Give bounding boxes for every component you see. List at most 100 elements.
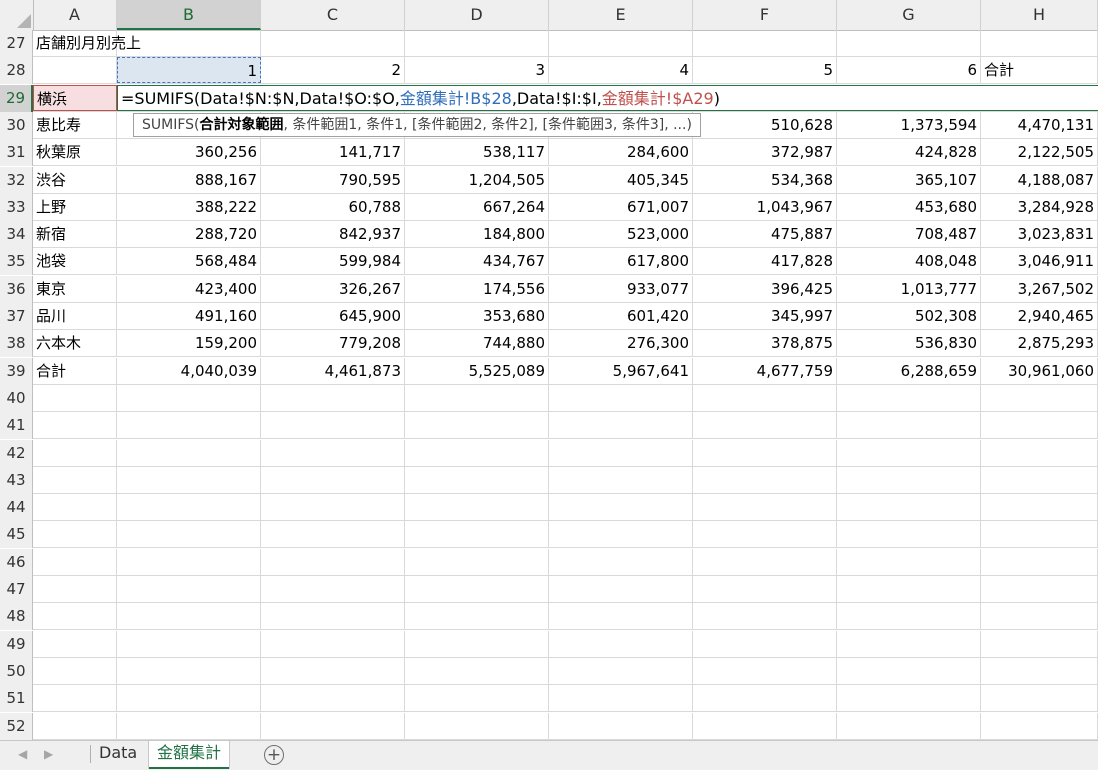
row-header-39[interactable]: 39 (0, 357, 33, 385)
cell-e39[interactable]: 5,967,641 (549, 357, 693, 384)
cell-c42[interactable] (261, 439, 405, 466)
cell-e34[interactable]: 523,000 (549, 221, 693, 248)
cell-b40[interactable] (117, 384, 261, 411)
cell-g32[interactable]: 365,107 (837, 166, 981, 193)
cell-h40[interactable] (981, 384, 1098, 411)
cell-a47[interactable] (33, 576, 117, 602)
cell-c27[interactable] (261, 30, 405, 56)
cell-f42[interactable] (693, 439, 837, 466)
cell-b43[interactable] (117, 466, 261, 493)
cell-f51[interactable] (693, 685, 837, 712)
cell-g43[interactable] (837, 466, 981, 493)
cell-d35[interactable]: 434,767 (405, 248, 549, 275)
cell-h28[interactable]: 合計 (981, 57, 1098, 84)
cell-h45[interactable] (981, 521, 1098, 548)
cell-e42[interactable] (549, 439, 693, 466)
cell-f39[interactable]: 4,677,759 (693, 357, 837, 384)
cell-a43[interactable] (33, 466, 117, 493)
cell-c46[interactable] (261, 548, 405, 575)
cell-c49[interactable] (261, 630, 405, 657)
cell-g45[interactable] (837, 521, 981, 548)
cell-g34[interactable]: 708,487 (837, 221, 981, 248)
cell-b28[interactable]: 1 (117, 57, 261, 84)
row-header-50[interactable]: 50 (0, 657, 33, 685)
cell-e48[interactable] (549, 603, 693, 630)
row-header-41[interactable]: 41 (0, 412, 33, 440)
cell-e37[interactable]: 601,420 (549, 303, 693, 329)
cell-a37[interactable]: 品川 (33, 303, 117, 329)
row-header-27[interactable]: 27 (0, 30, 33, 57)
cell-f41[interactable] (693, 412, 837, 439)
cell-a28[interactable] (33, 57, 117, 84)
function-argument-tooltip[interactable]: SUMIFS(合計対象範囲, 条件範囲1, 条件1, [条件範囲2, 条件2],… (133, 113, 701, 137)
row-header-34[interactable]: 34 (0, 221, 33, 249)
cell-a40[interactable] (33, 384, 117, 411)
cell-h31[interactable]: 2,122,505 (981, 139, 1098, 166)
tab-kingaku-shukei[interactable]: 金額集計 (149, 741, 230, 769)
row-header-51[interactable]: 51 (0, 685, 33, 713)
cell-h41[interactable] (981, 412, 1098, 439)
cell-e51[interactable] (549, 685, 693, 712)
cell-f34[interactable]: 475,887 (693, 221, 837, 248)
cell-f37[interactable]: 345,997 (693, 303, 837, 329)
cell-b31[interactable]: 360,256 (117, 139, 261, 166)
cell-e43[interactable] (549, 466, 693, 493)
cell-d51[interactable] (405, 685, 549, 712)
cell-g41[interactable] (837, 412, 981, 439)
tooltip-function-name[interactable]: SUMIFS( (142, 117, 200, 133)
cell-g44[interactable] (837, 494, 981, 521)
cell-a50[interactable] (33, 657, 117, 684)
cell-h32[interactable]: 4,188,087 (981, 166, 1098, 193)
cell-c44[interactable] (261, 494, 405, 521)
cell-g36[interactable]: 1,013,777 (837, 275, 981, 302)
cell-h27[interactable] (981, 30, 1098, 56)
cell-e32[interactable]: 405,345 (549, 166, 693, 193)
cell-e41[interactable] (549, 412, 693, 439)
cell-d32[interactable]: 1,204,505 (405, 166, 549, 193)
row-header-44[interactable]: 44 (0, 494, 33, 522)
cell-a48[interactable] (33, 603, 117, 630)
row-header-48[interactable]: 48 (0, 603, 33, 631)
cell-b42[interactable] (117, 439, 261, 466)
cell-h38[interactable]: 2,875,293 (981, 330, 1098, 357)
cell-h52[interactable] (981, 712, 1098, 739)
cell-f32[interactable]: 534,368 (693, 166, 837, 193)
column-header-f[interactable]: F (693, 0, 837, 30)
cell-f40[interactable] (693, 384, 837, 411)
cell-a52[interactable] (33, 712, 117, 739)
cell-f44[interactable] (693, 494, 837, 521)
cell-a49[interactable] (33, 630, 117, 657)
add-sheet-button[interactable]: + (264, 745, 284, 765)
cell-h39[interactable]: 30,961,060 (981, 357, 1098, 384)
cell-b39[interactable]: 4,040,039 (117, 357, 261, 384)
cell-a45[interactable] (33, 521, 117, 548)
cell-a42[interactable] (33, 439, 117, 466)
cell-e35[interactable]: 617,800 (549, 248, 693, 275)
cell-h51[interactable] (981, 685, 1098, 712)
cell-b36[interactable]: 423,400 (117, 275, 261, 302)
cell-b48[interactable] (117, 603, 261, 630)
cell-e36[interactable]: 933,077 (549, 275, 693, 302)
cell-g31[interactable]: 424,828 (837, 139, 981, 166)
cell-c39[interactable]: 4,461,873 (261, 357, 405, 384)
cell-d36[interactable]: 174,556 (405, 275, 549, 302)
cell-e45[interactable] (549, 521, 693, 548)
select-all-corner[interactable] (0, 0, 34, 30)
column-header-a[interactable]: A (33, 0, 117, 30)
tab-data[interactable]: Data (91, 741, 145, 767)
cell-a44[interactable] (33, 494, 117, 521)
cell-h46[interactable] (981, 548, 1098, 575)
cell-f30[interactable]: 510,628 (693, 111, 837, 138)
cell-d48[interactable] (405, 603, 549, 630)
cell-g40[interactable] (837, 384, 981, 411)
cell-h34[interactable]: 3,023,831 (981, 221, 1098, 248)
cell-c51[interactable] (261, 685, 405, 712)
column-header-h[interactable]: H (981, 0, 1098, 30)
cell-e50[interactable] (549, 657, 693, 684)
cell-c32[interactable]: 790,595 (261, 166, 405, 193)
cell-f35[interactable]: 417,828 (693, 248, 837, 275)
row-header-33[interactable]: 33 (0, 193, 33, 221)
cell-f27[interactable] (693, 30, 837, 56)
cell-e38[interactable]: 276,300 (549, 330, 693, 357)
cell-e49[interactable] (549, 630, 693, 657)
